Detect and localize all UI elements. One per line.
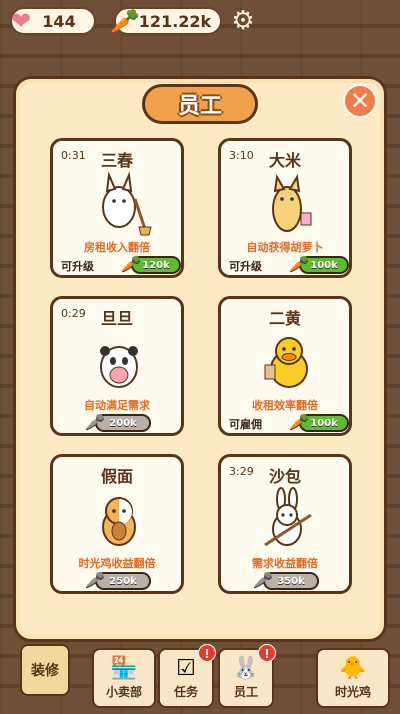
card-status: 可雇佣 <box>229 418 262 431</box>
notification-badge: ! <box>198 644 216 662</box>
top-bar: ❤ 144 🥕 121.22k ⚙ <box>0 4 400 38</box>
hearts-value: 144 <box>42 11 76 31</box>
decor-label: 装修 <box>31 663 59 679</box>
price-value: 120k <box>142 259 170 271</box>
carrot-icon: 🥕 <box>253 570 273 589</box>
staff-card-shabao[interactable]: 3:29 沙包 需求收益翻倍 🥕 350k <box>218 454 352 594</box>
staff-card-erhuang[interactable]: 二黄 收租效率翻倍 可雇佣 🥕 100k <box>218 296 352 436</box>
hearts-counter: ❤ 144 <box>10 7 96 35</box>
price-value: 350k <box>277 575 305 587</box>
tabby-cat-icon <box>272 174 312 232</box>
card-name: 假面 <box>100 467 133 486</box>
notification-badge: ! <box>258 644 276 662</box>
masked-cat-icon <box>102 497 136 546</box>
chicken-button[interactable]: 🐥 时光鸡 <box>316 648 390 708</box>
price-value: 100k <box>310 417 338 429</box>
decor-button[interactable]: 装修 <box>20 644 70 696</box>
card-name: 沙包 <box>268 467 301 486</box>
staff-label: 员工 <box>233 685 258 699</box>
price-value: 100k <box>310 259 338 271</box>
card-status: 可升级 <box>61 260 94 273</box>
task-label: 任务 <box>173 685 198 699</box>
upgrade-button[interactable]: 🥕 120k <box>121 254 181 274</box>
carrot-icon: 🥕 <box>85 570 105 589</box>
task-button[interactable]: ☑ 任务 ! <box>158 644 216 708</box>
locked-price: 🥕 200k <box>85 412 151 432</box>
card-desc: 自动满足需求 <box>84 399 150 412</box>
close-button[interactable]: ✕ <box>343 84 377 118</box>
heart-icon: ❤ <box>10 7 32 35</box>
price-value: 200k <box>109 417 137 429</box>
chicken-icon: 🐥 <box>339 656 367 681</box>
locked-price: 🥕 350k <box>253 570 319 590</box>
shop-label: 小卖部 <box>105 685 142 699</box>
staff-card-dami[interactable]: 3:10 大米 自动获得胡萝卜 可升级 🥕 100k <box>218 138 352 278</box>
duck-icon <box>264 337 308 388</box>
carrots-value: 121.22k <box>138 11 212 31</box>
card-desc: 收租效率翻倍 <box>252 399 318 412</box>
card-desc: 时光鸡收益翻倍 <box>78 557 156 570</box>
carrots-counter: 🥕 121.22k <box>110 7 222 35</box>
card-status: 可升级 <box>229 260 262 273</box>
carrot-icon: 🥕 <box>289 254 309 273</box>
carrot-icon: 🥕 <box>110 7 140 35</box>
card-name: 三春 <box>100 151 133 170</box>
carrot-icon: 🥕 <box>85 412 105 431</box>
price-value: 250k <box>109 575 137 587</box>
modal-title: 员工 <box>142 84 258 124</box>
modal-title-text: 员工 <box>177 94 222 119</box>
chicken-label: 时光鸡 <box>334 685 371 699</box>
card-name: 大米 <box>268 151 301 170</box>
shop-icon: 🏪 <box>110 656 138 681</box>
rabbit-shovel-icon <box>264 487 312 547</box>
carrot-icon: 🥕 <box>121 254 141 273</box>
card-name: 旦旦 <box>100 309 133 328</box>
cat-broom-icon <box>102 171 152 236</box>
gear-icon[interactable]: ⚙ <box>228 6 258 36</box>
staff-button[interactable]: 🐰 员工 ! <box>218 644 276 708</box>
hire-button[interactable]: 🥕 100k <box>289 412 349 432</box>
card-desc: 房租收入翻倍 <box>84 241 150 254</box>
staff-card-jiamian[interactable]: 假面 时光鸡收益翻倍 🥕 250k <box>50 454 184 594</box>
panda-icon <box>100 346 138 388</box>
staff-card-dandan[interactable]: 0:29 旦旦 自动满足需求 🥕 200k <box>50 296 184 436</box>
locked-price: 🥕 250k <box>85 570 151 590</box>
card-name: 二黄 <box>268 309 301 328</box>
card-desc: 自动获得胡萝卜 <box>246 241 324 254</box>
bottom-nav: 装修 🏪 小卖部 ☑ 任务 ! 🐰 员工 ! 🐥 时光鸡 <box>0 644 400 714</box>
carrot-icon: 🥕 <box>289 412 309 431</box>
shop-button[interactable]: 🏪 小卖部 <box>92 648 156 708</box>
close-icon: ✕ <box>349 87 371 115</box>
card-desc: 需求收益翻倍 <box>252 557 318 570</box>
upgrade-button[interactable]: 🥕 100k <box>289 254 349 274</box>
staff-card-sanchun[interactable]: 0:31 三春 房租收入翻倍 可升级 🥕 120k <box>50 138 184 278</box>
